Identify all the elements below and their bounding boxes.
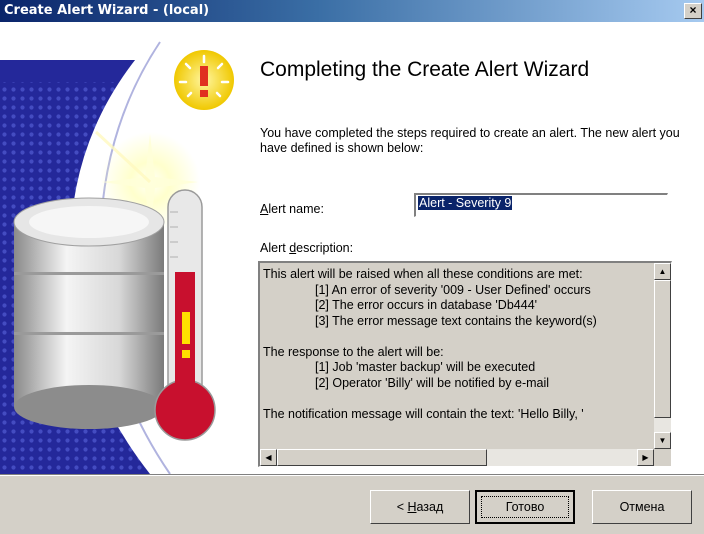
finish-button[interactable]: Готово bbox=[475, 490, 575, 524]
alert-description-label: Alert description: bbox=[260, 241, 353, 255]
alert-name-field[interactable]: Alert - Severity 9 bbox=[414, 193, 668, 217]
warning-sun-icon bbox=[174, 50, 234, 110]
scroll-left-icon[interactable]: ◀ bbox=[260, 449, 277, 466]
close-icon[interactable]: × bbox=[684, 3, 702, 19]
alert-description-box[interactable]: This alert will be raised when all these… bbox=[258, 261, 672, 467]
horizontal-scroll-thumb[interactable] bbox=[277, 449, 487, 466]
finish-button-label: Готово bbox=[505, 500, 545, 514]
alert-name-label-rest: lert name: bbox=[268, 202, 324, 216]
button-separator bbox=[0, 474, 704, 476]
alert-description-label-rest: escription: bbox=[296, 241, 354, 255]
description-line: The response to the alert will be: bbox=[263, 344, 444, 359]
description-line: [1] Job 'master backup' will be executed bbox=[315, 360, 536, 374]
description-line: [2] The error occurs in database 'Db444' bbox=[315, 298, 538, 312]
title-bar[interactable]: Create Alert Wizard - (local) × bbox=[0, 0, 704, 22]
description-line: [1] An error of severity '009 - User Def… bbox=[315, 282, 591, 297]
back-button[interactable]: < Назад bbox=[370, 490, 470, 524]
window-title: Create Alert Wizard - (local) bbox=[4, 3, 210, 18]
vertical-scrollbar[interactable]: ▲ ▼ bbox=[654, 263, 671, 449]
scroll-down-icon[interactable]: ▼ bbox=[654, 432, 671, 449]
scroll-right-icon[interactable]: ▶ bbox=[637, 449, 654, 466]
vertical-scroll-thumb[interactable] bbox=[654, 280, 671, 418]
alert-name-label: Alert name: bbox=[260, 202, 324, 216]
description-line: [2] Operator 'Billy' will be notified by… bbox=[315, 375, 550, 390]
scroll-up-icon[interactable]: ▲ bbox=[654, 263, 671, 280]
description-line bbox=[263, 391, 649, 407]
back-button-rest: азад bbox=[416, 500, 444, 514]
back-button-prefix: < bbox=[396, 500, 408, 514]
wizard-content: Completing the Create Alert Wizard You h… bbox=[0, 22, 704, 474]
description-line: The notification message will contain th… bbox=[263, 406, 584, 421]
scrollbar-corner bbox=[654, 449, 671, 466]
wizard-window: Create Alert Wizard - (local) × Completi… bbox=[0, 0, 704, 534]
description-line bbox=[263, 329, 649, 345]
back-button-accesskey: Н bbox=[407, 500, 417, 514]
alert-description-label-start: Alert bbox=[260, 241, 290, 255]
wizard-illustration bbox=[0, 22, 250, 474]
page-title: Completing the Create Alert Wizard bbox=[260, 58, 590, 81]
alert-name-value: Alert - Severity 9 bbox=[418, 196, 513, 210]
horizontal-scrollbar[interactable]: ◀ ▶ bbox=[260, 449, 654, 466]
database-icon bbox=[13, 197, 165, 429]
cancel-button-label: Отмена bbox=[619, 500, 665, 514]
description-line: This alert will be raised when all these… bbox=[263, 267, 583, 281]
intro-text: You have completed the steps required to… bbox=[260, 126, 680, 155]
alert-description-text: This alert will be raised when all these… bbox=[263, 267, 649, 447]
description-line: [3] The error message text contains the … bbox=[315, 313, 597, 328]
cancel-button[interactable]: Отмена bbox=[592, 490, 692, 524]
